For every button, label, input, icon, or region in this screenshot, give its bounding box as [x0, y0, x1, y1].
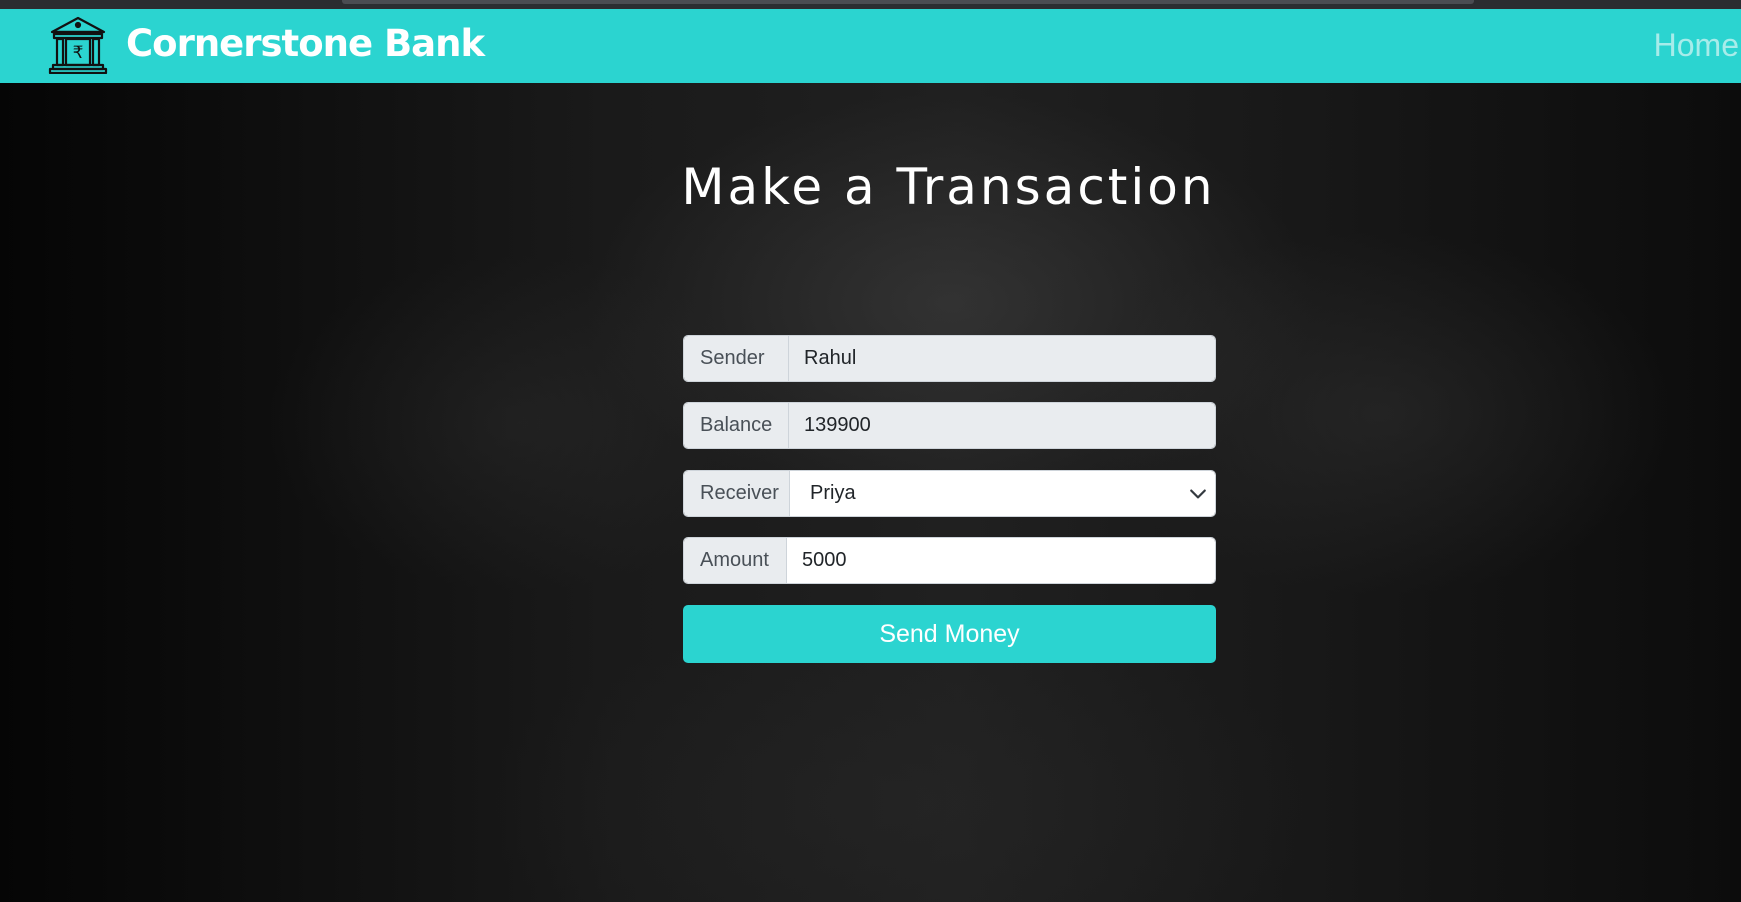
send-money-button[interactable]: Send Money — [683, 605, 1216, 663]
browser-scroll-indicator — [342, 0, 1474, 4]
amount-input-group: Amount 5000 — [683, 537, 1216, 584]
sender-field: Rahul — [789, 336, 1215, 381]
receiver-selected-value: Priya — [810, 482, 856, 504]
sender-label: Sender — [684, 336, 789, 381]
amount-label: Amount — [684, 538, 787, 583]
svg-text:₹: ₹ — [73, 43, 84, 63]
balance-input-group: Balance 139900 — [683, 402, 1216, 449]
receiver-label: Receiver — [684, 471, 790, 516]
balance-field: 139900 — [789, 403, 1215, 448]
brand-name[interactable]: Cornerstone Bank — [126, 20, 485, 68]
sender-input-group: Sender Rahul — [683, 335, 1216, 382]
nav-home-link[interactable]: Home — [1654, 26, 1739, 64]
receiver-select[interactable]: Priya — [790, 471, 1215, 516]
bank-building-icon: ₹ — [48, 14, 108, 75]
browser-top-strip — [0, 0, 1741, 9]
balance-label: Balance — [684, 403, 789, 448]
receiver-input-group: Receiver Priya — [683, 470, 1216, 517]
chevron-down-icon — [1190, 489, 1206, 498]
amount-field[interactable]: 5000 — [787, 538, 1215, 583]
main-content: Make a Transaction Sender Rahul Balance … — [0, 83, 1741, 902]
page-title: Make a Transaction — [681, 158, 1216, 216]
navbar: ₹ Cornerstone Bank Home — [0, 9, 1741, 83]
